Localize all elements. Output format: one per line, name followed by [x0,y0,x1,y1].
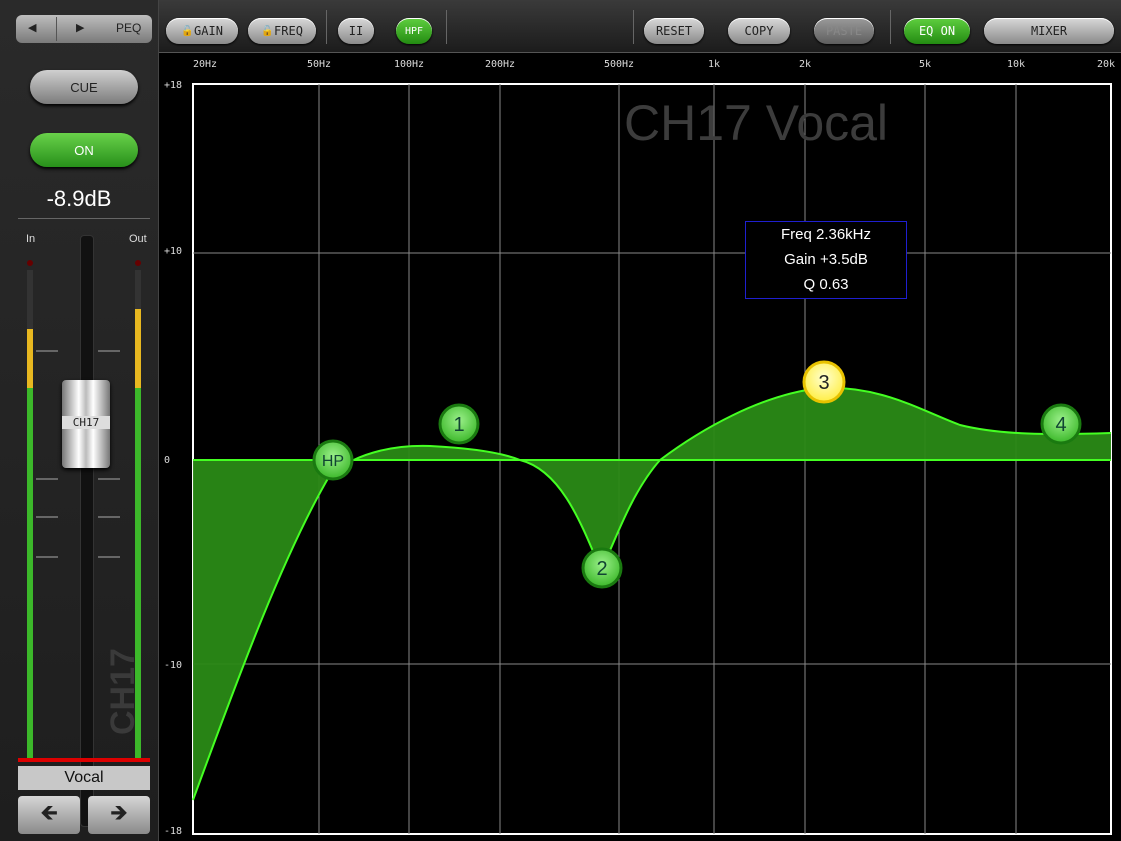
fader-tick [98,478,120,480]
db-label: 0 [164,455,171,466]
reset-button[interactable]: RESET [644,18,704,44]
band-info-box: Freq 2.36kHz Gain +3.5dB Q 0.63 [745,221,907,299]
freq-lock-button[interactable]: 🔓 FREQ [248,18,316,44]
lock-icon: 🔓 [181,26,194,37]
peq-selector: ◀ ▶ PEQ [16,15,152,43]
cue-button[interactable]: CUE [30,70,138,104]
copy-button[interactable]: COPY [728,18,790,44]
gain-readout: -8.9dB [46,186,112,211]
fader-tick [98,516,120,518]
toolbar-divider [446,10,447,44]
fader-knob[interactable]: CH17 [62,380,110,468]
db-label: -10 [164,660,183,671]
divider [56,17,57,41]
clip-led [135,260,141,266]
gain-lock-button[interactable]: 🔓 GAIN [166,18,238,44]
channel-color-bar [18,758,150,762]
fader-tick [36,556,58,558]
divider [18,218,150,219]
db-label: -18 [164,826,183,837]
arrow-left-icon: 🡸 [40,800,58,825]
channel-on-button[interactable]: ON [30,133,138,167]
freq-label: 1k [707,59,721,70]
db-label: +18 [164,80,183,91]
band-q-readout: Q 0.63 [803,276,849,293]
fader-label: CH17 [62,416,110,429]
toolbar-divider [326,10,327,44]
eq-on-button[interactable]: EQ ON [904,18,970,44]
toolbar: 🔓 GAIN 🔓 FREQ II HPF RESET COPY PASTE EQ O… [158,0,1121,53]
freq-label: 500Hz [603,59,635,70]
paste-button[interactable]: PASTE [814,18,874,44]
channel-name-watermark: CH17 Vocal [624,95,889,151]
toolbar-divider [890,10,891,44]
fader-tick [36,350,58,352]
fader-tick [36,478,58,480]
prev-icon[interactable]: ◀ [28,21,36,34]
arrow-right-icon: 🡺 [110,800,128,825]
meter-in-label: In [26,233,36,245]
freq-label: 2k [798,59,812,70]
next-channel-button[interactable]: 🡺 [88,796,150,834]
meter-level [27,329,33,760]
clip-led [27,260,33,266]
peq-label: PEQ [116,21,142,35]
freq-label: 50Hz [306,59,332,70]
mixer-button[interactable]: MIXER [984,18,1114,44]
freq-label: 20Hz [192,59,218,70]
toolbar-divider [633,10,634,44]
channel-watermark: CH17 [104,648,142,735]
input-meter [27,270,33,760]
freq-label: 10k [1006,59,1026,70]
db-label: +10 [164,246,183,257]
prev-channel-button[interactable]: 🡸 [18,796,80,834]
fader-track[interactable] [80,235,94,827]
pause-button[interactable]: II [338,18,374,44]
meter-out-label: Out [129,233,147,245]
fader-tick [98,350,120,352]
eq-graph[interactable] [0,0,1121,841]
freq-label: 20k [1096,59,1116,70]
freq-label: 100Hz [393,59,425,70]
freq-label: 200Hz [484,59,516,70]
band-freq-readout: Freq 2.36kHz [780,226,872,243]
lock-icon: 🔓 [261,26,274,37]
next-icon[interactable]: ▶ [76,21,84,34]
hpf-button[interactable]: HPF [396,18,432,44]
fader-tick [98,556,120,558]
channel-strip: ◀ ▶ PEQ CUE ON -8.9dB In Out CH17 CH17 V… [0,0,159,841]
freq-label: 5k [918,59,932,70]
fader-tick [36,516,58,518]
band-gain-readout: Gain +3.5dB [784,251,868,268]
channel-name[interactable]: Vocal [18,766,150,790]
